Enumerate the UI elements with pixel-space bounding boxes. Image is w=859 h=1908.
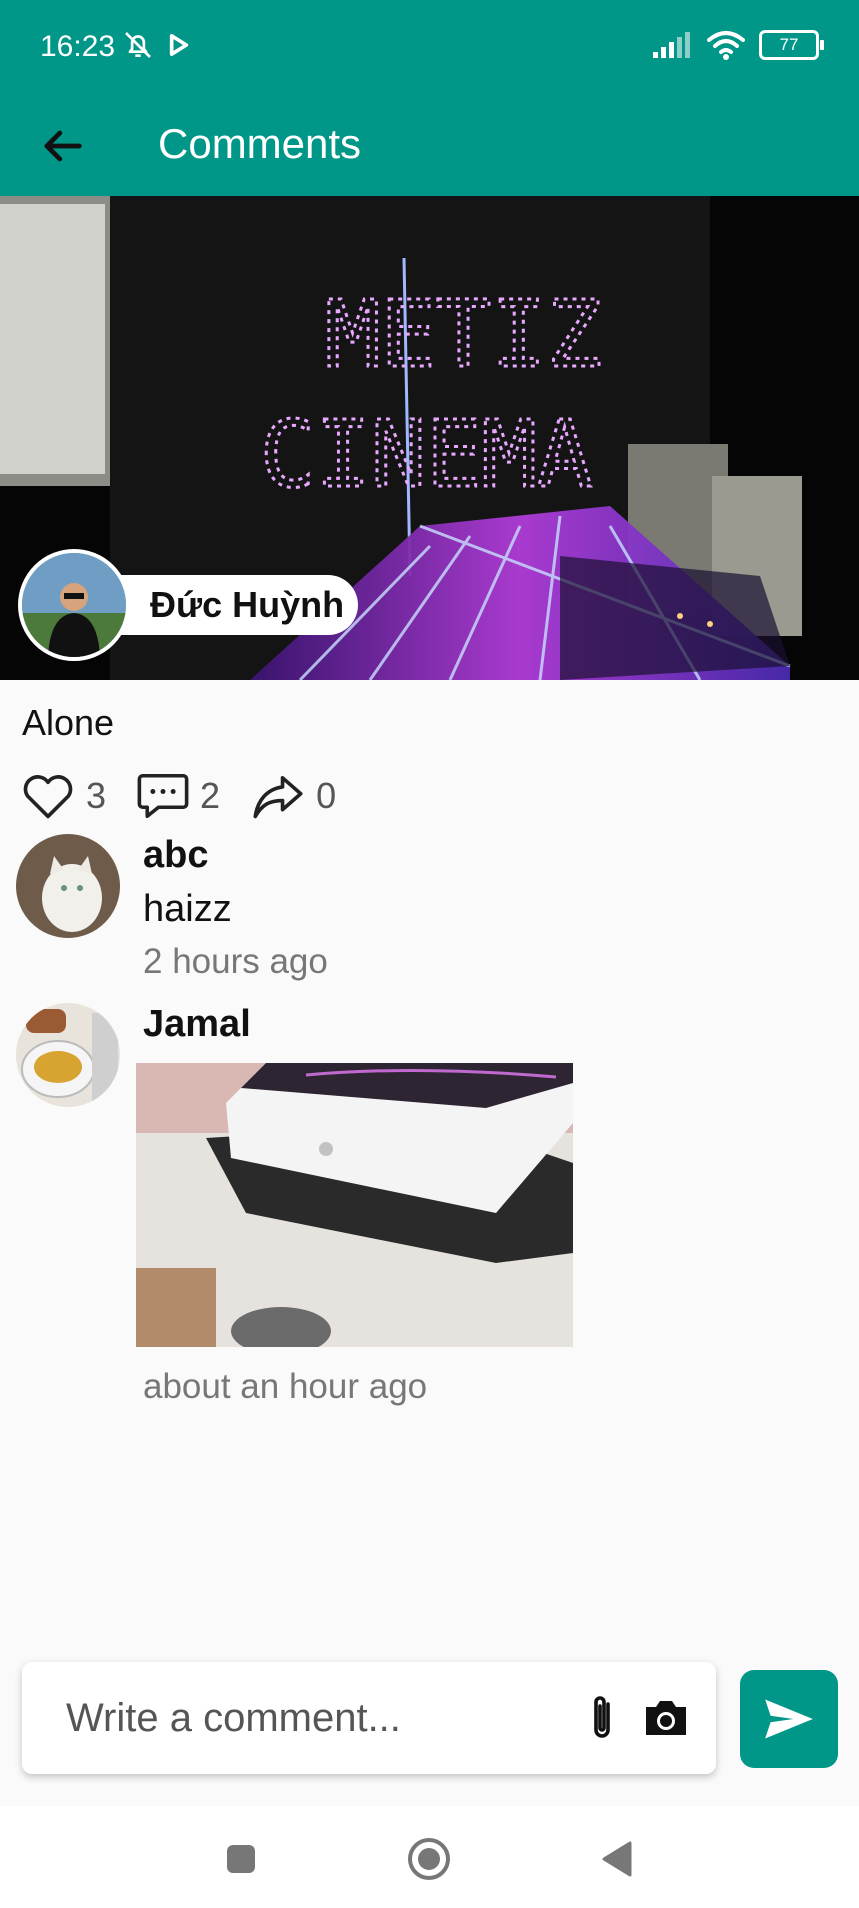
comment-item: abc haizz 2 hours ago [16,834,846,984]
comment-count: 2 [200,775,221,816]
camera-icon [646,1701,686,1735]
commenter-name: abc [143,834,209,876]
comment-button[interactable]: 2 [136,771,220,821]
ipad-box-photo [136,1063,573,1347]
bell-off-icon [125,32,151,58]
status-bar: 16:23 77 [0,0,859,96]
triangle-back-icon [602,1841,632,1877]
arrow-left-icon [44,130,82,162]
home-button[interactable] [404,1834,454,1884]
sign-line2: CINEMA [260,401,592,508]
like-button[interactable]: 3 [20,771,106,821]
attach-button[interactable] [570,1686,634,1750]
author-photo [22,553,126,657]
share-arrow-icon [253,776,303,819]
post-author[interactable]: Đức Huỳnh [18,549,359,661]
comment-item: Jamal about an hour ago [16,1003,846,1413]
paperclip-icon [594,1696,610,1738]
signal-icon [653,32,690,58]
author-name: Đức Huỳnh [110,575,359,635]
like-count: 3 [86,775,107,816]
camera-button[interactable] [634,1686,698,1750]
send-icon [765,1699,813,1739]
back-button[interactable] [36,120,88,172]
post-actions: 3 2 0 [20,766,366,826]
app-bar: Comments [0,96,859,196]
cat-photo [16,834,120,938]
author-avatar[interactable] [18,549,130,661]
comment-image[interactable] [136,1063,573,1347]
send-button[interactable] [740,1670,838,1768]
speech-bubble-icon [137,773,189,819]
food-photo [16,1003,120,1107]
page-title: Comments [158,120,362,167]
system-nav-bar [0,1806,859,1908]
comment-time: about an hour ago [143,1367,428,1406]
battery-indicator: 77 [759,30,824,60]
comment-input[interactable] [66,1688,566,1748]
commenter-avatar[interactable] [16,834,120,938]
commenter-avatar[interactable] [16,1003,120,1107]
post-image[interactable]: METIZ CINEMA Đức Huỳnh [0,196,859,680]
post-caption: Alone [22,702,115,743]
commenter-name: Jamal [143,1003,251,1045]
back-nav-button[interactable] [592,1834,642,1884]
wifi-icon [707,31,745,60]
share-button[interactable]: 0 [250,771,336,821]
home-circle-icon [408,1838,450,1880]
sign-line1: METIZ [325,281,602,388]
square-icon [227,1845,255,1873]
comment-text: haizz [143,888,232,930]
share-count: 0 [316,775,337,816]
status-time: 16:23 [40,30,116,63]
recent-apps-button[interactable] [216,1834,266,1884]
play-icon [169,33,189,56]
comment-time: 2 hours ago [143,942,328,981]
comment-composer [22,1662,716,1774]
heart-outline-icon [23,775,73,819]
